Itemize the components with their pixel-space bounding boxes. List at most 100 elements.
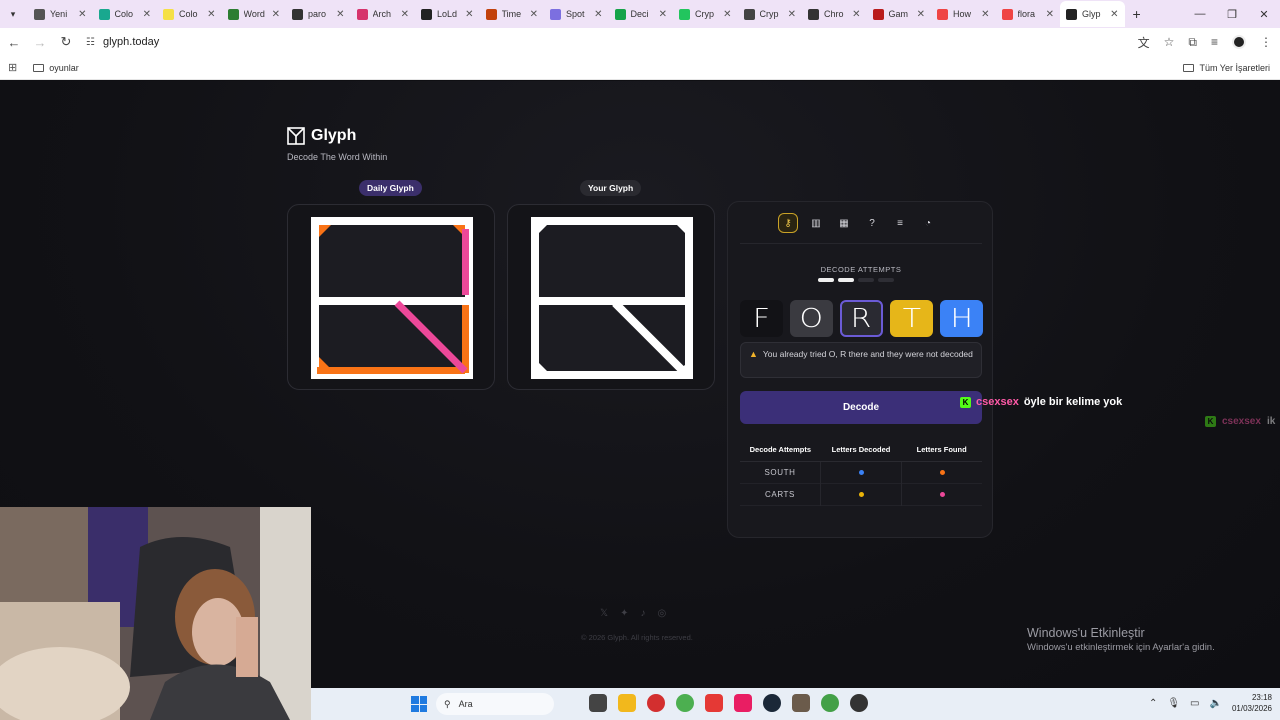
decode-button[interactable]: Decode [740, 391, 982, 424]
table-row: SOUTH [740, 461, 982, 484]
bookmark-star-icon[interactable]: ☆ [1164, 35, 1175, 49]
music-app-icon[interactable] [734, 694, 752, 712]
browser-tab[interactable]: Word ✕ [222, 1, 287, 27]
tab-close-icon[interactable]: ✕ [78, 9, 86, 20]
table-body: SOUTH CARTS [740, 461, 982, 506]
tab-close-icon[interactable]: ✕ [981, 9, 989, 20]
browser-tab[interactable]: flora ✕ [996, 1, 1061, 27]
tab-close-icon[interactable]: ✕ [788, 9, 796, 20]
browser-tab[interactable]: Time ✕ [480, 1, 545, 27]
tray-chevron-icon[interactable]: ⌃ [1149, 698, 1157, 709]
clock[interactable]: 23:18 01/03/2026 [1232, 692, 1272, 714]
volume-icon[interactable]: 🔈 [1210, 698, 1222, 709]
browser-tab[interactable]: Colo ✕ [93, 1, 158, 27]
browser-tab[interactable]: Chro ✕ [802, 1, 867, 27]
tab-close-icon[interactable]: ✕ [143, 9, 151, 20]
bookmark-folder-oyunlar[interactable]: oyunlar [33, 63, 79, 73]
microphone-icon[interactable]: 🎙 [1167, 698, 1180, 709]
tab-close-icon[interactable]: ✕ [530, 9, 538, 20]
browser-tab[interactable]: Deci ✕ [609, 1, 674, 27]
tiktok-icon[interactable]: ♪ [640, 608, 645, 619]
help-icon[interactable]: ? [862, 213, 882, 233]
browser-tab[interactable]: Colo ✕ [157, 1, 222, 27]
letter-tile-5[interactable]: H [940, 300, 983, 337]
attempts-table: Decode Attempts Letters Decoded Letters … [740, 438, 982, 506]
browser-tab[interactable]: Glyp ✕ [1060, 1, 1125, 27]
letter-tile-4[interactable]: T [890, 300, 933, 337]
attempt-indicators [818, 278, 894, 282]
browser-tab[interactable]: LoLd ✕ [415, 1, 480, 27]
game-icon[interactable] [792, 694, 810, 712]
browser-tab[interactable]: Spot ✕ [544, 1, 609, 27]
profile-avatar[interactable] [1232, 35, 1246, 49]
menu-icon[interactable]: ⋮ [1260, 35, 1272, 49]
attempt-indicator [838, 278, 854, 282]
daily-glyph-drawing [311, 217, 473, 379]
browser-tab[interactable]: Cryp ✕ [673, 1, 738, 27]
obs-icon[interactable] [850, 694, 868, 712]
tab-close-icon[interactable]: ✕ [852, 9, 860, 20]
task-view-icon[interactable] [589, 694, 607, 712]
tab-title: Spot [566, 9, 585, 19]
tab-close-icon[interactable]: ✕ [272, 9, 280, 20]
forward-icon[interactable]: → [28, 30, 52, 54]
folder-icon [1183, 63, 1195, 72]
site-info-icon[interactable]: ☷ [86, 37, 95, 48]
tab-close-icon[interactable]: ✕ [1046, 9, 1054, 20]
tab-close-icon[interactable]: ✕ [336, 9, 344, 20]
url-field[interactable]: ☷ glyph.today [86, 36, 159, 48]
bluesky-icon[interactable]: ✦ [620, 608, 628, 619]
stats-icon[interactable]: ▥ [806, 213, 826, 233]
browser-tab[interactable]: Gam ✕ [867, 1, 932, 27]
instagram-icon[interactable]: ◎ [657, 608, 666, 619]
calendar-icon[interactable]: ▦ [834, 213, 854, 233]
x-icon[interactable]: 𝕏 [600, 608, 608, 619]
tab-close-icon[interactable]: ✕ [401, 9, 409, 20]
apps-grid-icon[interactable]: ⊞ [8, 61, 17, 74]
tab-close-icon[interactable]: ✕ [465, 9, 473, 20]
tab-search-icon[interactable]: ▾ [4, 5, 22, 23]
tab-close-icon[interactable]: ✕ [659, 9, 667, 20]
new-tab-button[interactable]: + [1133, 6, 1141, 22]
restore-icon[interactable]: ❐ [1216, 0, 1248, 28]
tab-close-icon[interactable]: ✕ [207, 9, 215, 20]
chrome-icon[interactable] [676, 694, 694, 712]
minimize-icon[interactable]: — [1184, 0, 1216, 28]
app-red-icon[interactable] [647, 694, 665, 712]
letter-tile-1[interactable]: F [740, 300, 783, 337]
translate-icon[interactable]: 文 [1138, 34, 1150, 51]
brand[interactable]: Glyph [287, 127, 356, 145]
file-explorer-icon[interactable] [618, 694, 636, 712]
browser-tab[interactable]: Yeni ✕ [28, 1, 93, 27]
copyright: © 2026 Glyph. All rights reserved. [581, 633, 693, 642]
tab-close-icon[interactable]: ✕ [723, 9, 731, 20]
browser-tab[interactable]: Arch ✕ [351, 1, 416, 27]
network-icon[interactable]: ▭ [1190, 698, 1199, 709]
browser-tab[interactable]: How ✕ [931, 1, 996, 27]
letter-tile-2[interactable]: O [790, 300, 833, 337]
reload-icon[interactable]: ↻ [54, 30, 78, 54]
taskbar-search[interactable]: ⚲ Ara [436, 693, 554, 715]
tab-title: Cryp [695, 9, 715, 19]
letter-tile-3[interactable]: R [840, 300, 883, 337]
extensions-icon[interactable]: ⧉ [1188, 35, 1197, 50]
key-icon[interactable]: ⚷ [778, 213, 798, 233]
tab-close-icon[interactable]: ✕ [594, 9, 602, 20]
media-icon[interactable]: ≡ [1211, 35, 1218, 49]
tab-close-icon[interactable]: ✕ [917, 9, 925, 20]
browser-tab[interactable]: Cryp ✕ [738, 1, 803, 27]
bookmark-folder-label: oyunlar [49, 62, 79, 73]
browser-tab[interactable]: paro ✕ [286, 1, 351, 27]
chrome-active-icon[interactable] [821, 694, 839, 712]
user-icon[interactable]: ◔ [918, 213, 938, 233]
bolt-app-icon[interactable] [705, 694, 723, 712]
menu-lines-icon[interactable]: ≡ [890, 213, 910, 233]
steam-icon[interactable] [763, 694, 781, 712]
windows-start-icon[interactable] [411, 696, 427, 712]
back-icon[interactable]: ← [2, 30, 26, 54]
close-window-icon[interactable]: ✕ [1248, 0, 1280, 28]
tab-close-icon[interactable]: ✕ [1110, 9, 1118, 20]
all-bookmarks[interactable]: Tüm Yer İşaretleri [1183, 63, 1270, 73]
tab-title: Gam [888, 9, 909, 19]
tab-favicon-icon [227, 8, 239, 20]
